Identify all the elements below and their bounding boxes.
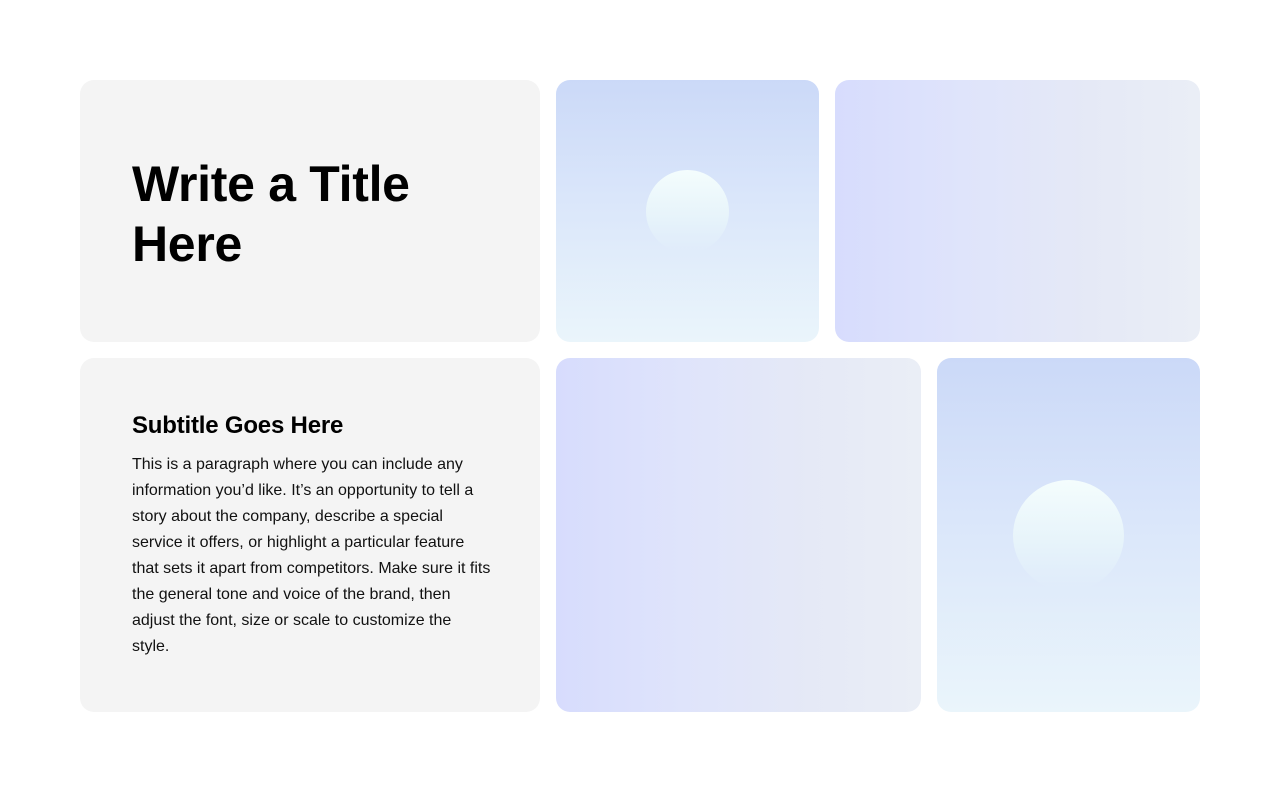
body-paragraph: This is a paragraph where you can includ… bbox=[132, 456, 491, 655]
sun-icon bbox=[1013, 480, 1124, 591]
image-placeholder-top-left bbox=[556, 80, 819, 342]
subtitle: Subtitle Goes Here bbox=[132, 412, 344, 439]
image-placeholder-top-right bbox=[835, 80, 1200, 342]
sun-icon bbox=[646, 170, 729, 253]
title-card: Write a Title Here bbox=[80, 80, 540, 342]
page-title: Write a Title Here bbox=[132, 156, 410, 272]
image-placeholder-bottom-right bbox=[937, 358, 1200, 712]
image-placeholder-bottom-middle bbox=[556, 358, 921, 712]
text-card: Subtitle Goes Here This is a paragraph w… bbox=[80, 358, 540, 712]
